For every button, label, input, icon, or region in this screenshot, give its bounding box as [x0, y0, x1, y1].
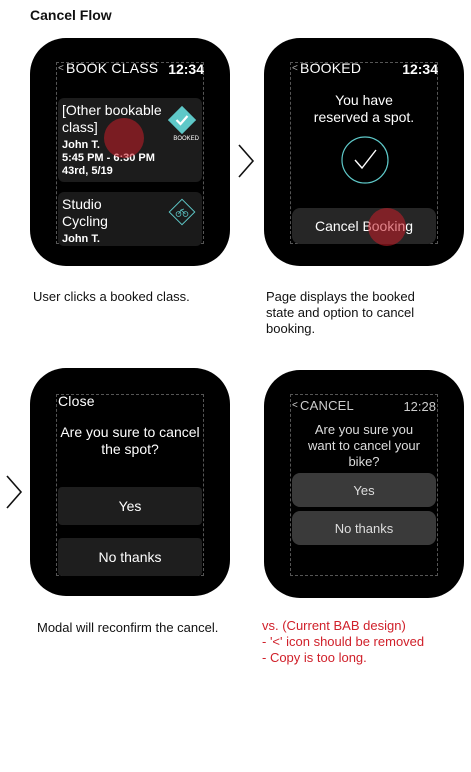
note-line: - Copy is too long. [262, 650, 367, 665]
class-card-studio-cycling[interactable]: Studio Cycling John T. [58, 192, 202, 246]
note-line: - '<' icon should be removed [262, 634, 425, 649]
header-label: BOOKED [300, 60, 362, 76]
current-question: Are you sure you want to cancel your bik… [307, 422, 420, 469]
confirm-question: Are you sure to cancel the spot? [60, 424, 200, 457]
reserved-message: You have reserved a spot. [313, 92, 415, 125]
no-thanks-button[interactable]: No thanks [58, 538, 202, 576]
caption-booked: Page displays the booked state and optio… [266, 289, 415, 336]
page-title: Cancel Flow [30, 7, 112, 23]
yes-button[interactable]: Yes [58, 487, 202, 525]
flow-arrow-icon [236, 143, 256, 184]
clock-time: 12:34 [168, 61, 204, 77]
flow-arrow-icon [4, 474, 24, 515]
back-chevron-icon[interactable]: < [58, 63, 64, 74]
note-line: vs. (Current BAB design) [262, 618, 406, 633]
class-title: Studio Cycling [62, 196, 108, 229]
watch-booked: < BOOKED 12:34 You have reserved a spot. … [264, 38, 464, 266]
clock-time: 12:28 [403, 399, 436, 414]
booked-check-icon [167, 105, 197, 135]
class-time-range: 5:45 PM - 6:30 PM [62, 152, 155, 164]
clock-time: 12:34 [402, 61, 438, 77]
caption-book-class: User clicks a booked class. [33, 289, 190, 304]
checkmark-circle-icon [340, 135, 390, 190]
watch-book-class: < BOOK CLASS 12:34 [Other bookable class]… [30, 38, 230, 266]
watch-current-design: < CANCEL 12:28 Are you sure you want to c… [264, 370, 464, 598]
current-no-thanks-button[interactable]: No thanks [292, 511, 436, 545]
screen-header: < CANCEL [292, 398, 354, 413]
cancel-booking-button[interactable]: Cancel Booking [292, 208, 436, 244]
bike-icon [168, 198, 196, 226]
class-location-date: 43rd, 5/19 [62, 165, 113, 177]
watch-confirm-modal: Close Are you sure to cancel the spot? Y… [30, 368, 230, 596]
class-instructor: John T. [62, 139, 100, 151]
screen-header: < BOOKED [292, 60, 361, 76]
caption-confirm: Modal will reconfirm the cancel. [37, 620, 219, 635]
close-button[interactable]: Close [58, 393, 95, 409]
back-chevron-icon[interactable]: < [292, 63, 298, 74]
booked-badge: BOOKED [173, 136, 199, 142]
header-label: CANCEL [300, 398, 354, 413]
back-chevron-icon[interactable]: < [292, 400, 298, 411]
header-label: BOOK CLASS [66, 60, 159, 76]
tap-indicator [104, 118, 144, 158]
tap-indicator [368, 208, 406, 246]
design-notes: vs. (Current BAB design) - '<' icon shou… [262, 618, 462, 666]
class-card-booked[interactable]: [Other bookable class] John T. 5:45 PM -… [58, 98, 202, 182]
current-yes-button[interactable]: Yes [292, 473, 436, 507]
class-instructor: John T. [62, 233, 100, 245]
screen-header: < BOOK CLASS [58, 60, 158, 76]
